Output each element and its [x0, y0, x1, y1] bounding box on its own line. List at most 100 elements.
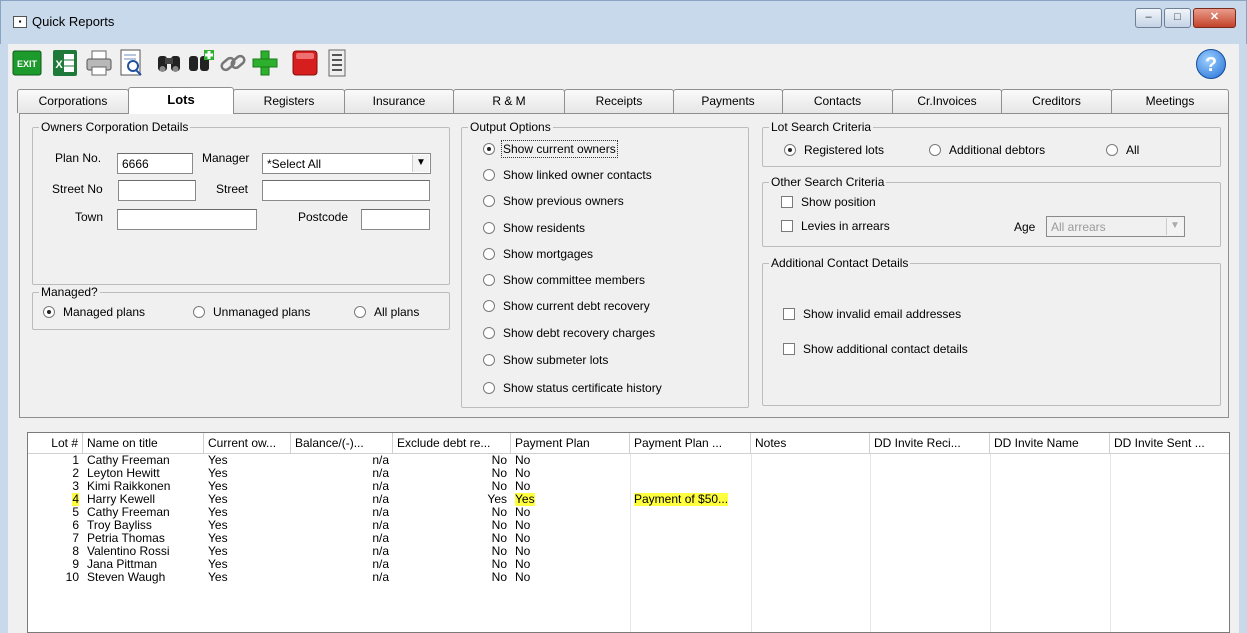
- column-header-payment-plan-desc[interactable]: Payment Plan ...: [630, 433, 751, 453]
- checkbox-indicator: [781, 196, 793, 208]
- print-button[interactable]: [84, 48, 114, 78]
- table-row[interactable]: 4 Harry Kewell Yes n/a Yes Yes Payment of $50.…: [28, 493, 1229, 506]
- column-header-notes[interactable]: Notes: [751, 433, 870, 453]
- layout-button[interactable]: [322, 48, 352, 78]
- radio-indicator: [483, 382, 495, 394]
- radio-show-committee-members[interactable]: Show committee members: [483, 273, 645, 287]
- column-header-dd-invite-sent[interactable]: DD Invite Sent ...: [1110, 433, 1229, 453]
- checkbox-indicator: [783, 308, 795, 320]
- tab-receipts[interactable]: Receipts: [564, 89, 674, 113]
- radio-registered-lots[interactable]: Registered lots: [784, 143, 884, 157]
- street-input[interactable]: [262, 180, 430, 201]
- print-preview-button[interactable]: [116, 48, 146, 78]
- tab-insurance[interactable]: Insurance: [344, 89, 454, 113]
- radio-label: Show status certificate history: [503, 381, 662, 395]
- checkbox-show-position[interactable]: Show position: [781, 195, 876, 209]
- table-cell-current: Yes: [208, 571, 228, 584]
- table-cell-lot: 9: [72, 558, 79, 571]
- column-header-exclude-debt[interactable]: Exclude debt re...: [393, 433, 511, 453]
- table-cell-current: Yes: [208, 493, 228, 506]
- help-button[interactable]: ?: [1196, 49, 1226, 79]
- age-select[interactable]: All arrears ▼: [1046, 216, 1185, 237]
- table-row[interactable]: 7 Petria Thomas Yes n/a No No: [28, 532, 1229, 545]
- checkbox-show-additional-contact[interactable]: Show additional contact details: [783, 342, 968, 356]
- export-excel-button[interactable]: X: [50, 48, 80, 78]
- radio-show-debt-recovery-charges[interactable]: Show debt recovery charges: [483, 326, 655, 340]
- table-row[interactable]: 6 Troy Bayliss Yes n/a No No: [28, 519, 1229, 532]
- tab-r-and-m[interactable]: R & M: [453, 89, 565, 113]
- radio-managed-plans[interactable]: Managed plans: [43, 305, 145, 319]
- table-row[interactable]: 3 Kimi Raikkonen Yes n/a No No: [28, 480, 1229, 493]
- tab-lots[interactable]: Lots: [128, 87, 234, 114]
- manager-select[interactable]: *Select All ▼: [262, 153, 431, 174]
- chevron-down-icon[interactable]: ▼: [412, 155, 429, 172]
- radio-show-current-debt-recovery[interactable]: Show current debt recovery: [483, 299, 650, 313]
- radio-show-current-owners[interactable]: Show current owners: [483, 140, 618, 158]
- stop-button[interactable]: [290, 48, 320, 78]
- close-button[interactable]: ✕: [1193, 8, 1236, 28]
- radio-label: All: [1126, 143, 1140, 157]
- town-input[interactable]: [117, 209, 257, 230]
- table-cell-balance: n/a: [372, 545, 389, 558]
- table-row[interactable]: 9 Jana Pittman Yes n/a No No: [28, 558, 1229, 571]
- postcode-input[interactable]: [361, 209, 430, 230]
- tab-registers[interactable]: Registers: [233, 89, 345, 113]
- tab-payments[interactable]: Payments: [673, 89, 783, 113]
- radio-show-residents[interactable]: Show residents: [483, 221, 585, 235]
- minimize-button[interactable]: –: [1135, 8, 1162, 28]
- table-cell-current: Yes: [208, 467, 228, 480]
- radio-show-status-certificate-history[interactable]: Show status certificate history: [483, 381, 662, 395]
- table-cell-balance: n/a: [372, 519, 389, 532]
- tab-contacts[interactable]: Contacts: [782, 89, 893, 113]
- radio-label: Show residents: [503, 221, 586, 235]
- maximize-button[interactable]: □: [1164, 8, 1191, 28]
- checkbox-show-invalid-email[interactable]: Show invalid email addresses: [783, 307, 961, 321]
- table-row[interactable]: 10 Steven Waugh Yes n/a No No: [28, 571, 1229, 584]
- find-add-button[interactable]: [186, 48, 216, 78]
- radio-show-previous-owners[interactable]: Show previous owners: [483, 194, 624, 208]
- table-cell-plan: No: [515, 571, 531, 584]
- table-row[interactable]: 2 Leyton Hewitt Yes n/a No No: [28, 467, 1229, 480]
- radio-unmanaged-plans[interactable]: Unmanaged plans: [193, 305, 310, 319]
- age-select-value: All arrears: [1051, 220, 1106, 234]
- column-header-dd-invite-recipient[interactable]: DD Invite Reci...: [870, 433, 990, 453]
- table-cell-lot: 4: [28, 493, 83, 506]
- checkbox-levies-in-arrears[interactable]: Levies in arrears: [781, 219, 890, 233]
- search-button[interactable]: [154, 48, 184, 78]
- svg-text:X: X: [55, 59, 63, 71]
- table-cell-lot: 5: [72, 506, 79, 519]
- column-header-name[interactable]: Name on title: [83, 433, 204, 453]
- plan-no-input[interactable]: 6666: [117, 153, 193, 174]
- highlight-mark: Payment of $50...: [634, 493, 729, 506]
- column-header-balance[interactable]: Balance/(-)...: [291, 433, 393, 453]
- column-header-dd-invite-name[interactable]: DD Invite Name: [990, 433, 1110, 453]
- checkbox-label: Levies in arrears: [801, 219, 890, 233]
- radio-label: Show current debt recovery: [503, 299, 650, 313]
- radio-all-lots[interactable]: All: [1106, 143, 1139, 157]
- table-row[interactable]: 5 Cathy Freeman Yes n/a No No: [28, 506, 1229, 519]
- table-row[interactable]: 1 Cathy Freeman Yes n/a No No: [28, 454, 1229, 467]
- radio-additional-debtors[interactable]: Additional debtors: [929, 143, 1045, 157]
- table-cell-lot: 3: [72, 480, 79, 493]
- chevron-down-icon[interactable]: ▼: [1166, 218, 1183, 235]
- radio-show-linked-owner-contacts[interactable]: Show linked owner contacts: [483, 168, 652, 182]
- column-header-payment-plan[interactable]: Payment Plan: [511, 433, 630, 453]
- radio-show-submeter-lots[interactable]: Show submeter lots: [483, 353, 608, 367]
- exit-button[interactable]: EXIT: [12, 48, 42, 78]
- column-header-lot[interactable]: Lot #: [28, 433, 83, 453]
- radio-show-mortgages[interactable]: Show mortgages: [483, 247, 593, 261]
- results-grid[interactable]: Lot # Name on title Current ow... Balanc…: [27, 432, 1230, 633]
- table-cell-exclude: No: [491, 506, 507, 519]
- table-cell-plan-desc: [630, 454, 751, 467]
- tab-cr-invoices[interactable]: Cr.Invoices: [892, 89, 1002, 113]
- tab-corporations[interactable]: Corporations: [17, 89, 129, 113]
- tab-meetings[interactable]: Meetings: [1111, 89, 1229, 113]
- radio-all-plans[interactable]: All plans: [354, 305, 419, 319]
- column-header-current-owner[interactable]: Current ow...: [204, 433, 291, 453]
- tab-creditors[interactable]: Creditors: [1001, 89, 1112, 113]
- street-no-input[interactable]: [118, 180, 196, 201]
- add-button[interactable]: [250, 48, 280, 78]
- table-cell-lot: 10: [65, 571, 79, 584]
- table-row[interactable]: 8 Valentino Rossi Yes n/a No No: [28, 545, 1229, 558]
- link-button[interactable]: [218, 48, 248, 78]
